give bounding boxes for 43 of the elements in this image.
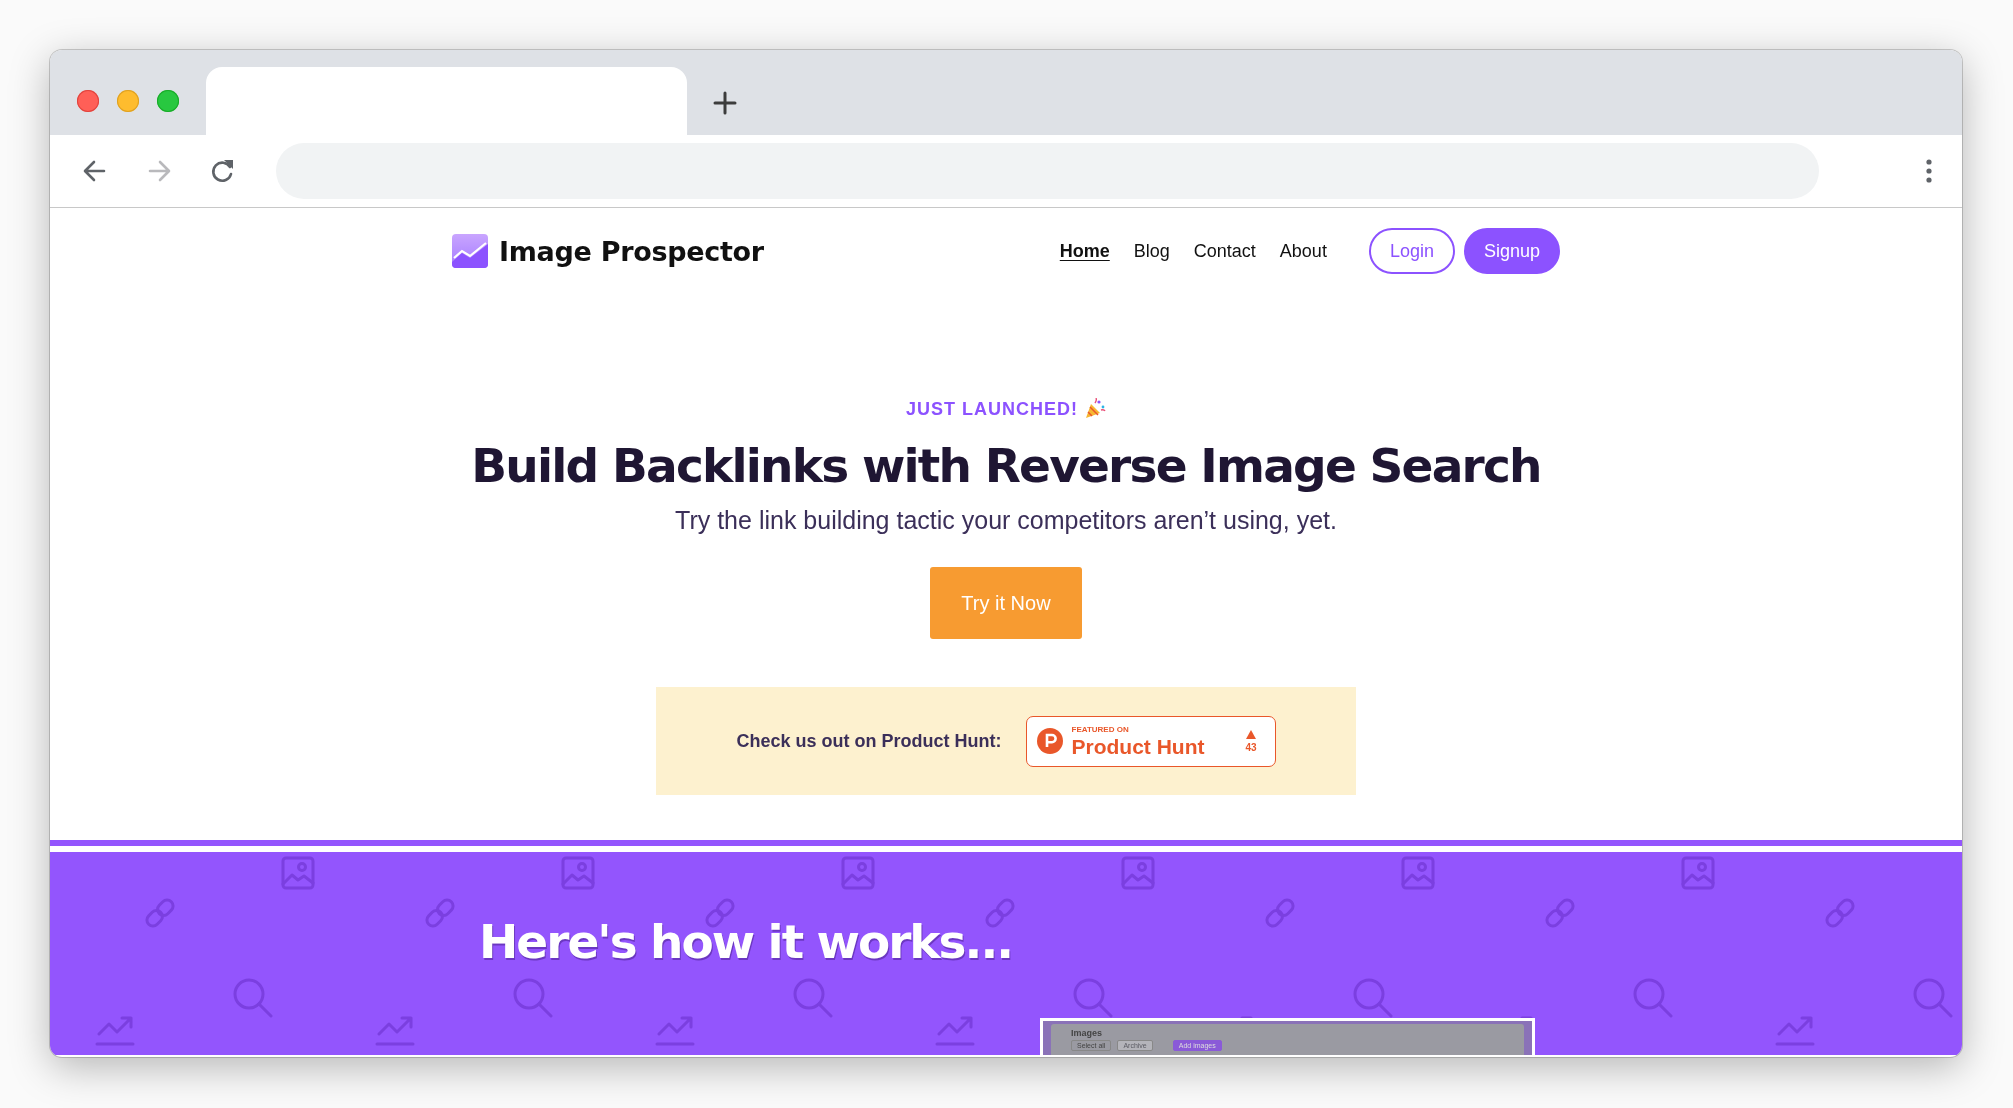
trend-icon [1775,1016,1815,1046]
screenshot-title: Images [1071,1028,1104,1038]
search-icon [793,978,833,1018]
image-icon [841,856,875,890]
nav-link[interactable]: Contact [1193,240,1256,262]
nav-link[interactable]: Home [1059,240,1110,262]
nav-link[interactable]: About [1279,240,1327,262]
trend-icon [935,1016,975,1046]
image-icon [1681,856,1715,890]
image-icon [561,856,595,890]
upvote-icon [1245,729,1256,739]
back-arrow-icon[interactable] [82,158,108,184]
reload-icon[interactable] [210,158,236,184]
logo-icon[interactable] [452,234,488,268]
trend-icon [375,1016,415,1046]
new-tab-icon[interactable] [713,91,737,115]
search-icon [1353,978,1393,1018]
trend-icon [655,1016,695,1046]
product-hunt-badge[interactable]: FEATURED ON Product Hunt 43 [1025,715,1276,767]
more-menu-icon[interactable] [1926,159,1932,183]
product-hunt-logo-icon [1036,728,1063,754]
hero-heading: Build Backlinks with Reverse Image Search [471,438,1541,493]
search-icon [513,978,553,1018]
logo-text[interactable]: Image Prospector [499,235,764,267]
minimize-button[interactable] [117,90,139,112]
hero-subtitle: Try the link building tactic your competitors aren’t using, yet. [675,506,1337,535]
close-button[interactable] [77,90,99,112]
trend-icon [95,1016,135,1046]
search-icon [233,978,273,1018]
search-icon [1073,978,1113,1018]
launch-label: JUST LAUNCHED! [906,398,1078,420]
product-hunt-label: Check us out on Product Hunt: [736,730,1002,752]
image-icon [281,856,315,890]
search-icon [1633,978,1673,1018]
search-icon [1913,978,1953,1018]
image-icon [1121,856,1155,890]
signup-button[interactable]: Signup [1463,228,1560,274]
login-button[interactable]: Login [1368,228,1455,274]
party-popper-icon [1084,398,1106,420]
maximize-button[interactable] [157,90,179,112]
image-icon [1401,856,1435,890]
section-heading: Here's how it works... [479,914,1013,969]
nav-link[interactable]: Blog [1133,240,1170,262]
